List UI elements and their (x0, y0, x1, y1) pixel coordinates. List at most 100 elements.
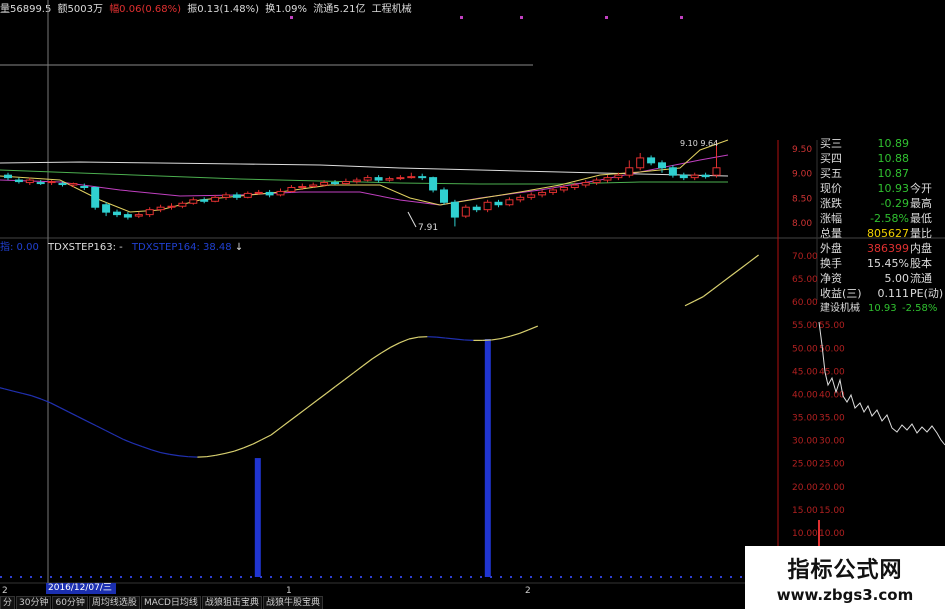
candle-body (690, 174, 699, 179)
candle-body (636, 157, 645, 169)
candle-body (712, 167, 721, 176)
candle-body (570, 184, 579, 188)
indicator-segment (335, 379, 345, 388)
candle-body (701, 174, 710, 178)
candle-body (592, 179, 601, 184)
quote-label-2: PE(动) (910, 287, 944, 300)
candle-body (36, 182, 45, 185)
quote-value: 10.93 (877, 182, 910, 195)
indicator-segment (40, 398, 51, 404)
candle-body (385, 178, 394, 181)
candle-body (625, 167, 634, 176)
quote-row: 涨跌 -0.29 最高 (818, 196, 945, 211)
mini-y-label: 20.00 (819, 483, 845, 493)
candle-body (102, 204, 111, 213)
indicator-segment (59, 406, 69, 413)
candle-body (396, 177, 405, 180)
quote-label: 换手 (820, 257, 842, 270)
candle-body (167, 205, 176, 208)
indicator-segment (436, 336, 446, 339)
indicator-segment (270, 427, 281, 436)
kline-chart[interactable]: 9.50 9.00 8.50 8.00 7.91 9.10 9.64 70.00 65.… (0, 0, 945, 609)
candle-body (483, 201, 492, 211)
mini-y-label: 40.00 (819, 390, 845, 400)
candle-body (331, 182, 339, 185)
quote-label: 收益(三) (820, 287, 862, 300)
candle-body (603, 177, 612, 181)
candle-body (276, 190, 285, 196)
mini-y-label: 15.00 (819, 506, 845, 516)
mini-chart-price: 10.93 (868, 303, 897, 314)
candle-body (352, 179, 361, 183)
candle-body (679, 174, 688, 179)
tab-4[interactable]: MACD日均线 (140, 596, 201, 609)
price-y-axis: 9.50 9.00 8.50 8.00 (792, 145, 812, 229)
tab-5[interactable]: 战狼狙击宝典 (201, 596, 262, 609)
quote-label: 买三 (820, 137, 842, 150)
tab-1[interactable]: 30分钟 (16, 596, 52, 609)
quote-label-2: 流通 (910, 272, 932, 285)
candle-body (58, 183, 67, 186)
quote-label-2: 股本 (910, 257, 932, 270)
x-tick-3: 2 (525, 586, 531, 596)
indicator-segment (528, 325, 539, 331)
indicator-segment (298, 406, 309, 415)
tab-3[interactable]: 周均线选股 (88, 596, 140, 609)
quote-value: 805627 (867, 227, 909, 240)
quote-value: 15.45% (867, 257, 909, 270)
mini-y-label: 35.00 (819, 414, 845, 424)
indicator-y-axis: 70.00 65.00 60.00 55.00 50.00 45.00 40.00 35.00… (792, 252, 818, 562)
indicator-y-label: 70.00 (792, 252, 818, 262)
candle-body (80, 186, 89, 189)
candle-body (559, 186, 568, 191)
indicator-segment (399, 338, 410, 344)
quote-label: 买四 (820, 152, 842, 165)
indicator-y-label: 40.00 (792, 390, 818, 400)
candle-body (407, 176, 416, 179)
indicator-segment (13, 390, 23, 395)
candle-body (374, 177, 383, 181)
indicator-segment (0, 387, 5, 390)
indicator-segment (353, 365, 364, 374)
indicator-segment (279, 420, 290, 429)
indicator-segment (132, 442, 143, 448)
x-tick-1: 2 (2, 586, 8, 596)
quote-row: 收益(三) 0.111 PE(动) (818, 286, 945, 301)
indicator-segment (95, 425, 106, 431)
indicator-segment (22, 392, 32, 397)
mini-y-label: 45.00 (819, 367, 845, 377)
indicator-segment (510, 332, 520, 337)
indicator-segment (500, 335, 511, 340)
candle-body (189, 199, 198, 204)
candle-body (69, 183, 78, 186)
candle-body (25, 179, 34, 184)
indicator-segment (491, 337, 502, 341)
candle-body (243, 192, 252, 198)
tab-6[interactable]: 战狼牛股宝典 (262, 596, 323, 609)
indicator-y-label: 30.00 (792, 437, 818, 447)
tab-0[interactable]: 分 (0, 596, 16, 609)
indicator-segment (261, 434, 272, 441)
quote-row: 总量 805627 量比 (818, 226, 945, 241)
indicator-segment (31, 395, 42, 400)
indicator-segment (169, 453, 180, 457)
candle-body (341, 181, 350, 185)
indicator-curve (0, 254, 759, 458)
indicator-segment (371, 352, 382, 360)
indicator-segment (206, 454, 216, 458)
indicator-y-label: 65.00 (792, 275, 818, 285)
candle-body (200, 199, 209, 202)
indicator-segment (445, 337, 456, 340)
indicator-segment (307, 399, 318, 408)
quote-value: 5.00 (884, 272, 910, 285)
candle-body (549, 189, 557, 193)
indicator-segment (362, 358, 373, 367)
tab-2[interactable]: 60分钟 (52, 596, 88, 609)
indicator-segment (703, 289, 713, 298)
indicator-bars (254, 339, 491, 577)
mini-y-label: 30.00 (819, 437, 845, 447)
candle-body (538, 191, 547, 196)
period-tabs: 分 30分钟 60分钟 周均线选股 MACD日均线 战狼狙击宝典 战狼牛股宝典 (0, 596, 760, 609)
candle-body (47, 181, 56, 184)
candle-body (123, 214, 132, 218)
